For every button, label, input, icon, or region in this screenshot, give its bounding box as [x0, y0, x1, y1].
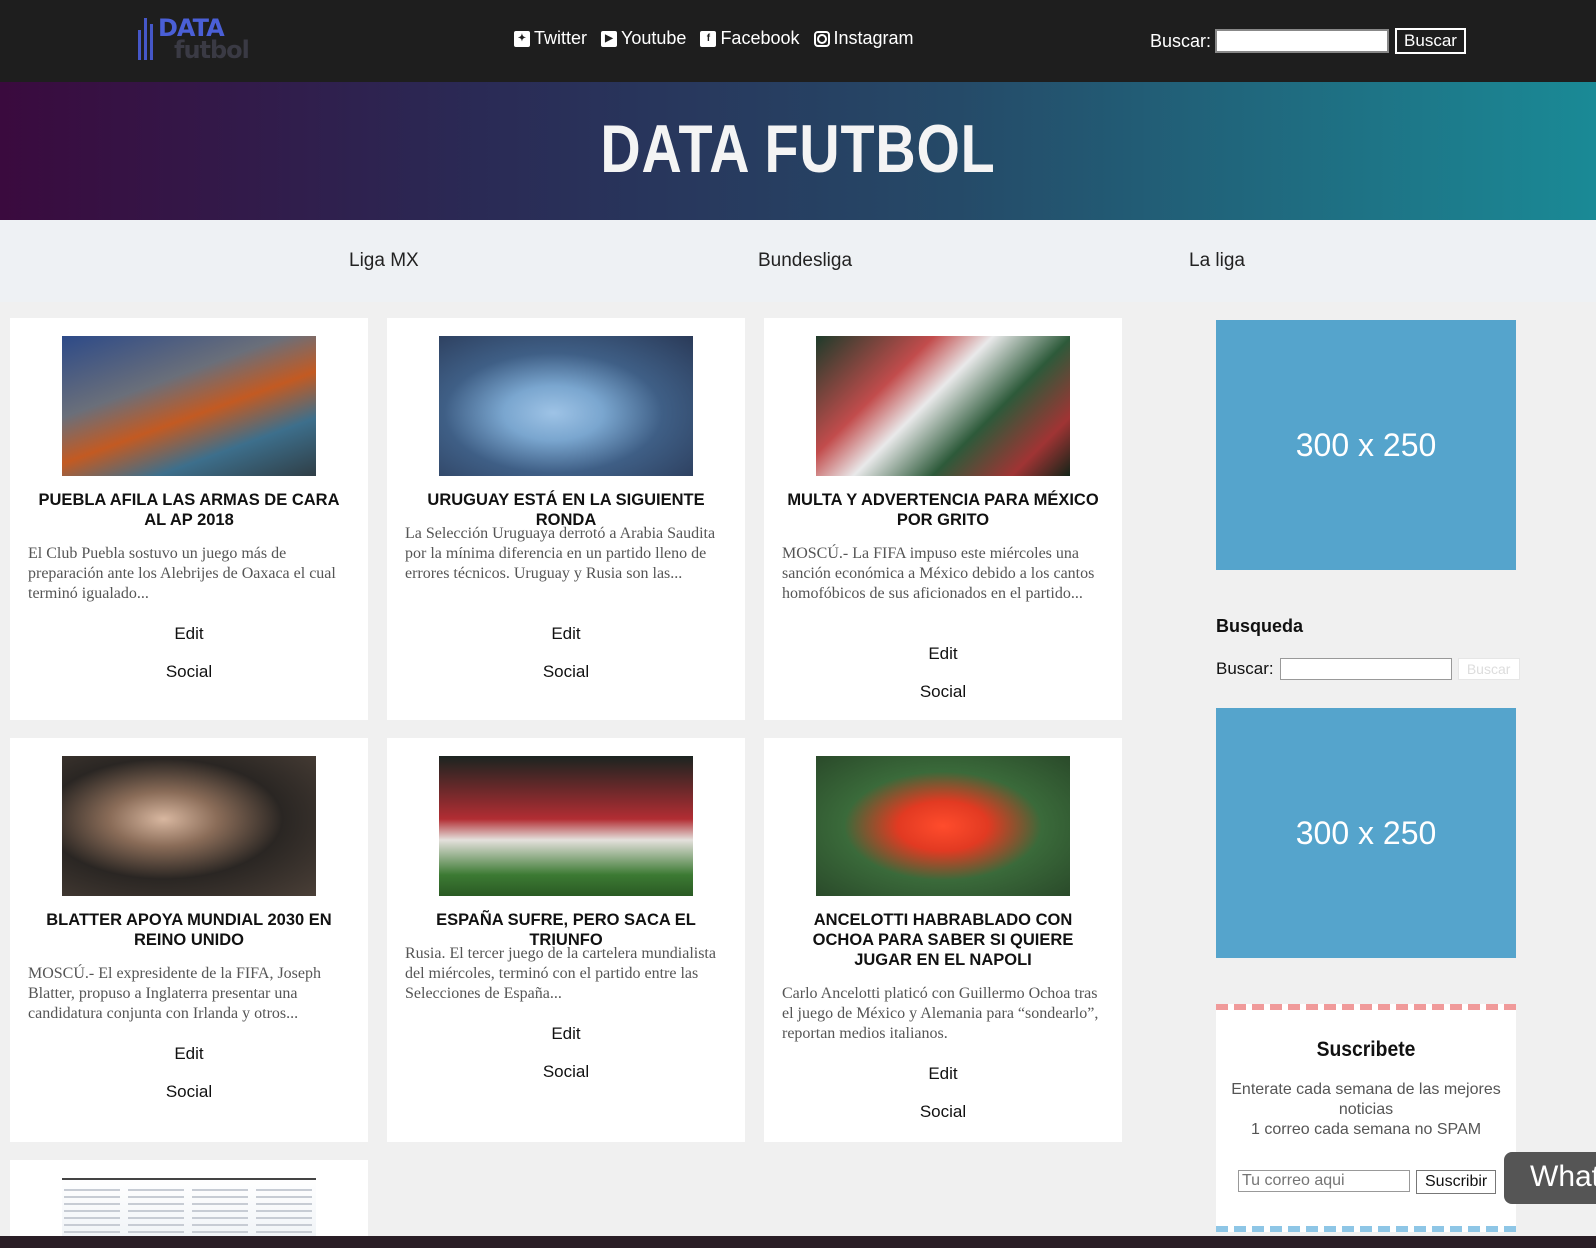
article-thumbnail[interactable]	[439, 756, 693, 896]
article-card: BLATTER APOYA MUNDIAL 2030 EN REINO UNID…	[10, 738, 368, 1142]
subscribe-form: Suscribir	[1238, 1170, 1497, 1194]
youtube-label: Youtube	[621, 28, 687, 48]
nav-item-la-liga[interactable]: La liga	[1189, 250, 1245, 272]
article-excerpt: MOSCÚ.- El expresidente de la FIFA, Jose…	[28, 965, 321, 1022]
article-excerpt: El Club Puebla sostuvo un juego más de p…	[28, 545, 336, 602]
article-excerpt: MOSCÚ.- La FIFA impuso este miércoles un…	[782, 545, 1095, 602]
category-nav: Liga MX Bundesliga La liga	[0, 220, 1596, 302]
social-link[interactable]: Social	[764, 1102, 1122, 1122]
article-title[interactable]: MULTA Y ADVERTENCIA PARA MÉXICO POR GRIT…	[782, 490, 1104, 530]
facebook-label: Facebook	[720, 28, 800, 48]
article-thumbnail[interactable]	[816, 336, 1070, 476]
article-excerpt: Rusia. El tercer juego de la cartelera m…	[405, 945, 716, 1002]
edit-link[interactable]: Edit	[387, 624, 745, 644]
search-widget-title: Busqueda	[1216, 616, 1304, 636]
subscribe-note: 1 correo cada semana no SPAM	[1250, 1121, 1482, 1138]
site-logo[interactable]: DATA futbol	[138, 14, 250, 64]
article-thumbnail[interactable]	[62, 336, 316, 476]
site-title: DATA FUTBOL	[600, 111, 996, 187]
whatsapp-floating-button[interactable]: What	[1504, 1152, 1596, 1204]
nav-item-bundesliga[interactable]: Bundesliga	[758, 250, 852, 272]
article-card: URUGUAY ESTÁ EN LA SIGUIENTE RONDA La Se…	[387, 318, 745, 720]
sidebar-search-label: Buscar:	[1216, 659, 1274, 678]
ad-banner[interactable]: 300 x 250	[1216, 708, 1516, 958]
article-card: MULTA Y ADVERTENCIA PARA MÉXICO POR GRIT…	[764, 318, 1122, 720]
article-thumbnail[interactable]	[816, 756, 1070, 896]
article-title[interactable]: BLATTER APOYA MUNDIAL 2030 EN REINO UNID…	[28, 910, 350, 950]
article-excerpt: Carlo Ancelotti platicó con Guillermo Oc…	[782, 985, 1099, 1042]
facebook-link[interactable]: f Facebook	[700, 28, 800, 49]
article-card: ESPAÑA SUFRE, PERO SACA EL TRIUNFO Rusia…	[387, 738, 745, 1142]
article-thumbnail[interactable]	[62, 756, 316, 896]
edit-link[interactable]: Edit	[387, 1024, 745, 1044]
sidebar-search-button[interactable]: Buscar	[1457, 658, 1520, 680]
social-link[interactable]: Social	[764, 682, 1122, 702]
top-bar: DATA futbol ✦ Twitter ▶ Youtube f Facebo…	[0, 0, 1596, 82]
youtube-icon: ▶	[601, 30, 618, 47]
header-search: Buscar: Buscar	[1150, 28, 1466, 54]
article-title[interactable]: ANCELOTTI HABRABLADO CON OCHOA PARA SABE…	[782, 910, 1104, 970]
header-search-button[interactable]: Buscar	[1395, 28, 1466, 54]
social-link[interactable]: Social	[387, 1062, 745, 1082]
instagram-link[interactable]: Instagram	[813, 28, 914, 49]
article-title[interactable]: PUEBLA AFILA LAS ARMAS DE CARA AL AP 201…	[28, 490, 350, 530]
sidebar-search-input[interactable]	[1279, 658, 1452, 680]
twitter-icon: ✦	[514, 30, 530, 47]
edit-link[interactable]: Edit	[764, 1064, 1122, 1084]
nav-item-liga-mx[interactable]: Liga MX	[349, 250, 419, 272]
header-search-label: Buscar:	[1150, 30, 1212, 51]
twitter-link[interactable]: ✦ Twitter	[514, 28, 587, 49]
subscribe-text: Enterate cada semana de las mejores noti…	[1231, 1081, 1501, 1118]
social-link[interactable]: Social	[10, 1082, 368, 1102]
edit-link[interactable]: Edit	[10, 1044, 368, 1064]
edit-link[interactable]: Edit	[764, 644, 1122, 664]
logo-text-futbol: futbol	[174, 36, 250, 64]
instagram-icon	[813, 30, 830, 47]
social-link[interactable]: Social	[10, 662, 368, 682]
edit-link[interactable]: Edit	[10, 624, 368, 644]
header-search-input[interactable]	[1215, 29, 1390, 53]
subscribe-widget: Suscribete Enterate cada semana de las m…	[1216, 1004, 1516, 1232]
social-links: ✦ Twitter ▶ Youtube f Facebook Instagram	[514, 28, 914, 49]
article-card: ANCELOTTI HABRABLADO CON OCHOA PARA SABE…	[764, 738, 1122, 1142]
sidebar-search: Buscar: Buscar	[1216, 658, 1520, 680]
article-card: PUEBLA AFILA LAS ARMAS DE CARA AL AP 201…	[10, 318, 368, 720]
logo-bars-icon	[138, 18, 156, 60]
subscribe-title: Suscribete	[1316, 1038, 1416, 1061]
article-card	[10, 1160, 368, 1248]
youtube-link[interactable]: ▶ Youtube	[601, 28, 686, 49]
hero-banner: DATA FUTBOL	[0, 82, 1596, 220]
twitter-label: Twitter	[534, 28, 588, 48]
ad-banner[interactable]: 300 x 250	[1216, 320, 1516, 570]
facebook-icon: f	[700, 30, 717, 47]
email-field[interactable]	[1238, 1170, 1410, 1192]
bottom-strip	[0, 1236, 1596, 1248]
subscribe-button[interactable]: Suscribir	[1416, 1170, 1497, 1194]
instagram-label: Instagram	[833, 28, 914, 48]
article-thumbnail[interactable]	[439, 336, 693, 476]
social-link[interactable]: Social	[387, 662, 745, 682]
article-excerpt: La Selección Uruguaya derrotó a Arabia S…	[405, 525, 716, 582]
